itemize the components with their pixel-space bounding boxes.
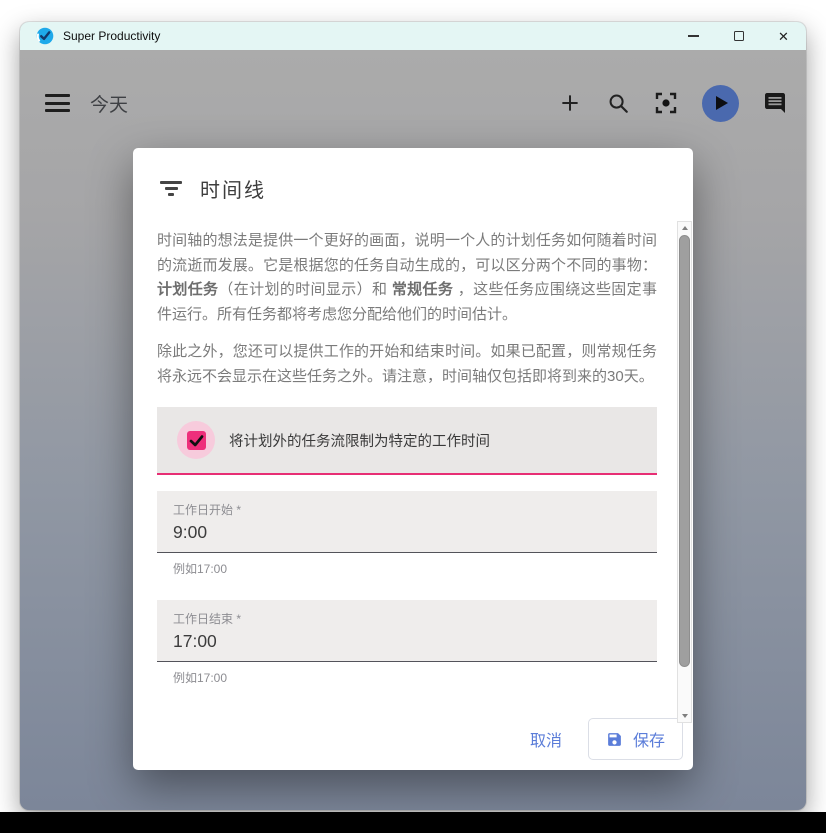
screen-bottom-strip — [0, 812, 826, 833]
toolbar-actions — [558, 85, 787, 122]
notes-button[interactable] — [763, 91, 787, 115]
comment-icon — [763, 91, 787, 115]
window-title: Super Productivity — [63, 29, 160, 43]
search-icon — [607, 92, 630, 115]
dialog-body: 时间轴的想法是提供一个更好的画面，说明一个人的计划任务如何随着时间的流逝而发展。… — [133, 203, 693, 686]
timeline-settings-dialog: 时间线 时间轴的想法是提供一个更好的画面，说明一个人的计划任务如何随着时间的流逝… — [133, 148, 693, 770]
filter-icon — [160, 181, 182, 197]
save-floppy-icon — [606, 731, 623, 748]
minimize-button[interactable] — [671, 22, 716, 50]
second-paragraph: 除此之外，您还可以提供工作的开始和结束时间。如果已配置，则常规任务将永远不会显示… — [157, 340, 657, 389]
maximize-button[interactable] — [716, 22, 761, 50]
focus-mode-icon — [654, 91, 678, 115]
play-button[interactable] — [702, 85, 739, 122]
dialog-title: 时间线 — [200, 174, 266, 203]
intro-paragraph: 时间轴的想法是提供一个更好的画面，说明一个人的计划任务如何随着时间的流逝而发展。… — [157, 229, 657, 327]
context-title[interactable]: 今天 — [90, 90, 128, 117]
workday-start-field[interactable]: 工作日开始 * — [157, 491, 657, 553]
workday-end-input[interactable] — [173, 631, 641, 652]
window-controls: ✕ — [671, 22, 806, 50]
close-icon: ✕ — [778, 30, 789, 43]
workday-start-label: 工作日开始 * — [173, 501, 641, 518]
plus-icon — [559, 92, 581, 114]
dialog-scrollbar[interactable] — [677, 221, 692, 723]
cancel-button[interactable]: 取消 — [518, 720, 574, 758]
save-button[interactable]: 保存 — [588, 718, 683, 760]
scroll-down-arrow[interactable] — [678, 710, 691, 722]
work-hours-checkbox-row[interactable]: 将计划外的任务流限制为特定的工作时间 — [157, 407, 657, 475]
checkbox-label[interactable]: 将计划外的任务流限制为特定的工作时间 — [229, 430, 490, 451]
close-button[interactable]: ✕ — [761, 22, 806, 50]
checkmark-icon — [187, 431, 206, 450]
dialog-footer: 取消 保存 — [518, 718, 683, 760]
app-logo-icon — [36, 27, 54, 45]
minimize-icon — [688, 35, 699, 36]
workday-end-field[interactable]: 工作日结束 * — [157, 600, 657, 662]
intro-text: 时间轴的想法是提供一个更好的画面，说明一个人的计划任务如何随着时间的流逝而发展。… — [157, 232, 657, 274]
dialog-header: 时间线 — [133, 148, 693, 203]
scroll-up-arrow[interactable] — [678, 222, 691, 234]
planned-tasks-term: 计划任务 — [157, 281, 218, 298]
search-button[interactable] — [606, 91, 630, 115]
workday-start-group: 工作日开始 * 例如17:00 — [157, 491, 657, 577]
intro-text: （在计划的时间显示）和 — [218, 281, 391, 298]
workday-start-input[interactable] — [173, 522, 641, 543]
save-button-label: 保存 — [633, 727, 665, 751]
workday-end-hint: 例如17:00 — [173, 669, 657, 686]
scrollbar-thumb[interactable] — [679, 235, 690, 667]
workday-start-hint: 例如17:00 — [173, 560, 657, 577]
modal-backdrop[interactable]: 今天 — [20, 50, 806, 810]
checkbox-ripple — [177, 421, 215, 459]
regular-tasks-term: 常规任务 — [392, 281, 453, 298]
add-task-button[interactable] — [558, 91, 582, 115]
hamburger-menu-button[interactable] — [45, 94, 70, 112]
app-window: Super Productivity ✕ 今天 — [20, 22, 806, 810]
focus-mode-button[interactable] — [654, 91, 678, 115]
play-icon — [716, 96, 728, 110]
work-hours-checkbox[interactable] — [187, 431, 206, 450]
window-titlebar[interactable]: Super Productivity ✕ — [20, 22, 806, 50]
maximize-icon — [734, 31, 744, 41]
main-toolbar: 今天 — [20, 80, 806, 126]
workday-end-group: 工作日结束 * 例如17:00 — [157, 600, 657, 686]
workday-end-label: 工作日结束 * — [173, 610, 641, 627]
